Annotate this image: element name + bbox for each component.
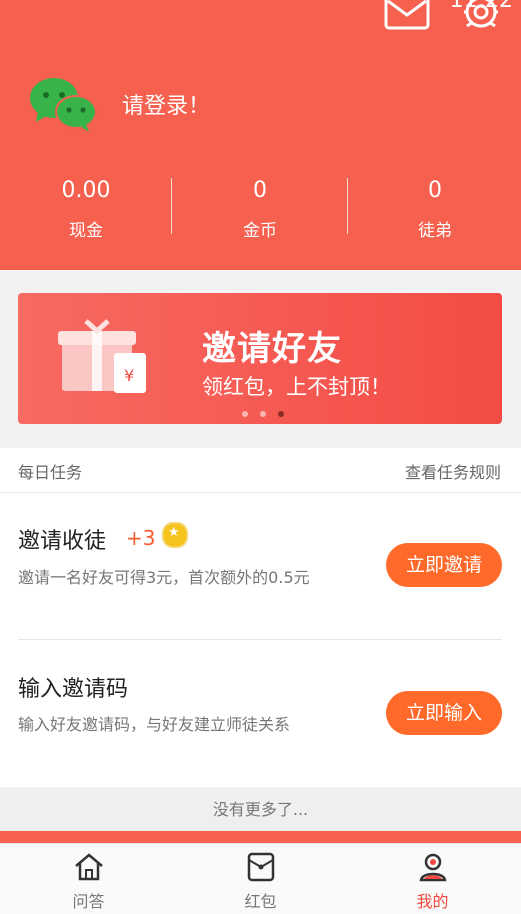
- stat-cash-label: 现金: [69, 221, 103, 241]
- enter-now-button[interactable]: 立即输入: [386, 691, 502, 735]
- invite-banner[interactable]: ¥ 邀请好友 领红包，上不封顶！: [18, 293, 502, 424]
- stat-cash-value: 0.00: [61, 178, 111, 203]
- bottom-tab-bar: 问答 红包 我的: [0, 843, 521, 914]
- task-list: 邀请收徒 +3 邀请一名好友可得3元，首次额外的0.5元 立即邀请 输入邀请码 …: [0, 493, 521, 787]
- banner-subtitle: 领红包，上不封顶！: [202, 375, 391, 399]
- carousel-dot-active[interactable]: [278, 411, 285, 417]
- stat-apprentices-label: 徒弟: [418, 221, 452, 241]
- stat-cash[interactable]: 0.00 现金: [0, 176, 172, 241]
- tab-qa[interactable]: 问答: [2, 852, 175, 912]
- coin-icon: [162, 522, 188, 548]
- task-title: 邀请收徒: [18, 529, 107, 554]
- no-more-text: 没有更多了...: [0, 789, 521, 831]
- stat-coins[interactable]: 0 金币: [174, 176, 346, 241]
- carousel-dot[interactable]: [242, 411, 248, 417]
- profile-icon: [418, 853, 448, 886]
- login-prompt[interactable]: 请登录！: [122, 88, 210, 120]
- stat-divider: [347, 178, 348, 234]
- tab-label: 红包: [244, 892, 277, 911]
- wechat-avatar-icon[interactable]: [28, 76, 98, 134]
- task-description: 输入好友邀请码，与好友建立师徒关系: [18, 715, 291, 734]
- task-rules-link[interactable]: 查看任务规则: [405, 459, 501, 483]
- tab-label: 我的: [416, 892, 449, 911]
- gift-box-icon: ¥: [58, 319, 168, 403]
- task-title: 输入邀请码: [18, 677, 129, 702]
- mail-icon[interactable]: [384, 0, 430, 36]
- profile-header: 11:22 请登录！ 0.00 现金 0 金币 0 徒弟: [0, 0, 521, 270]
- carousel-dots[interactable]: [242, 402, 291, 421]
- stat-coins-label: 金币: [243, 221, 277, 241]
- invite-now-button[interactable]: 立即邀请: [386, 543, 502, 587]
- banner-title: 邀请好友: [202, 329, 342, 369]
- daily-tasks-header: 每日任务 查看任务规则: [0, 448, 521, 493]
- svg-text:¥: ¥: [124, 366, 134, 385]
- stat-coins-value: 0: [253, 178, 267, 203]
- tab-mine[interactable]: 我的: [346, 852, 519, 912]
- stat-apprentices[interactable]: 0 徒弟: [349, 176, 521, 241]
- tab-label: 问答: [72, 892, 105, 911]
- task-reward: +3: [126, 526, 156, 550]
- home-icon: [73, 853, 105, 886]
- stat-divider: [171, 178, 172, 234]
- red-packet-icon: [246, 852, 276, 886]
- task-divider: [18, 639, 502, 640]
- tab-red-packet[interactable]: 红包: [174, 852, 347, 912]
- footer-strip: [0, 831, 521, 843]
- task-description: 邀请一名好友可得3元，首次额外的0.5元: [18, 568, 310, 587]
- carousel-dot[interactable]: [260, 411, 267, 417]
- gear-icon[interactable]: [458, 0, 504, 42]
- daily-tasks-title: 每日任务: [18, 463, 83, 482]
- stat-apprentices-value: 0: [428, 178, 442, 203]
